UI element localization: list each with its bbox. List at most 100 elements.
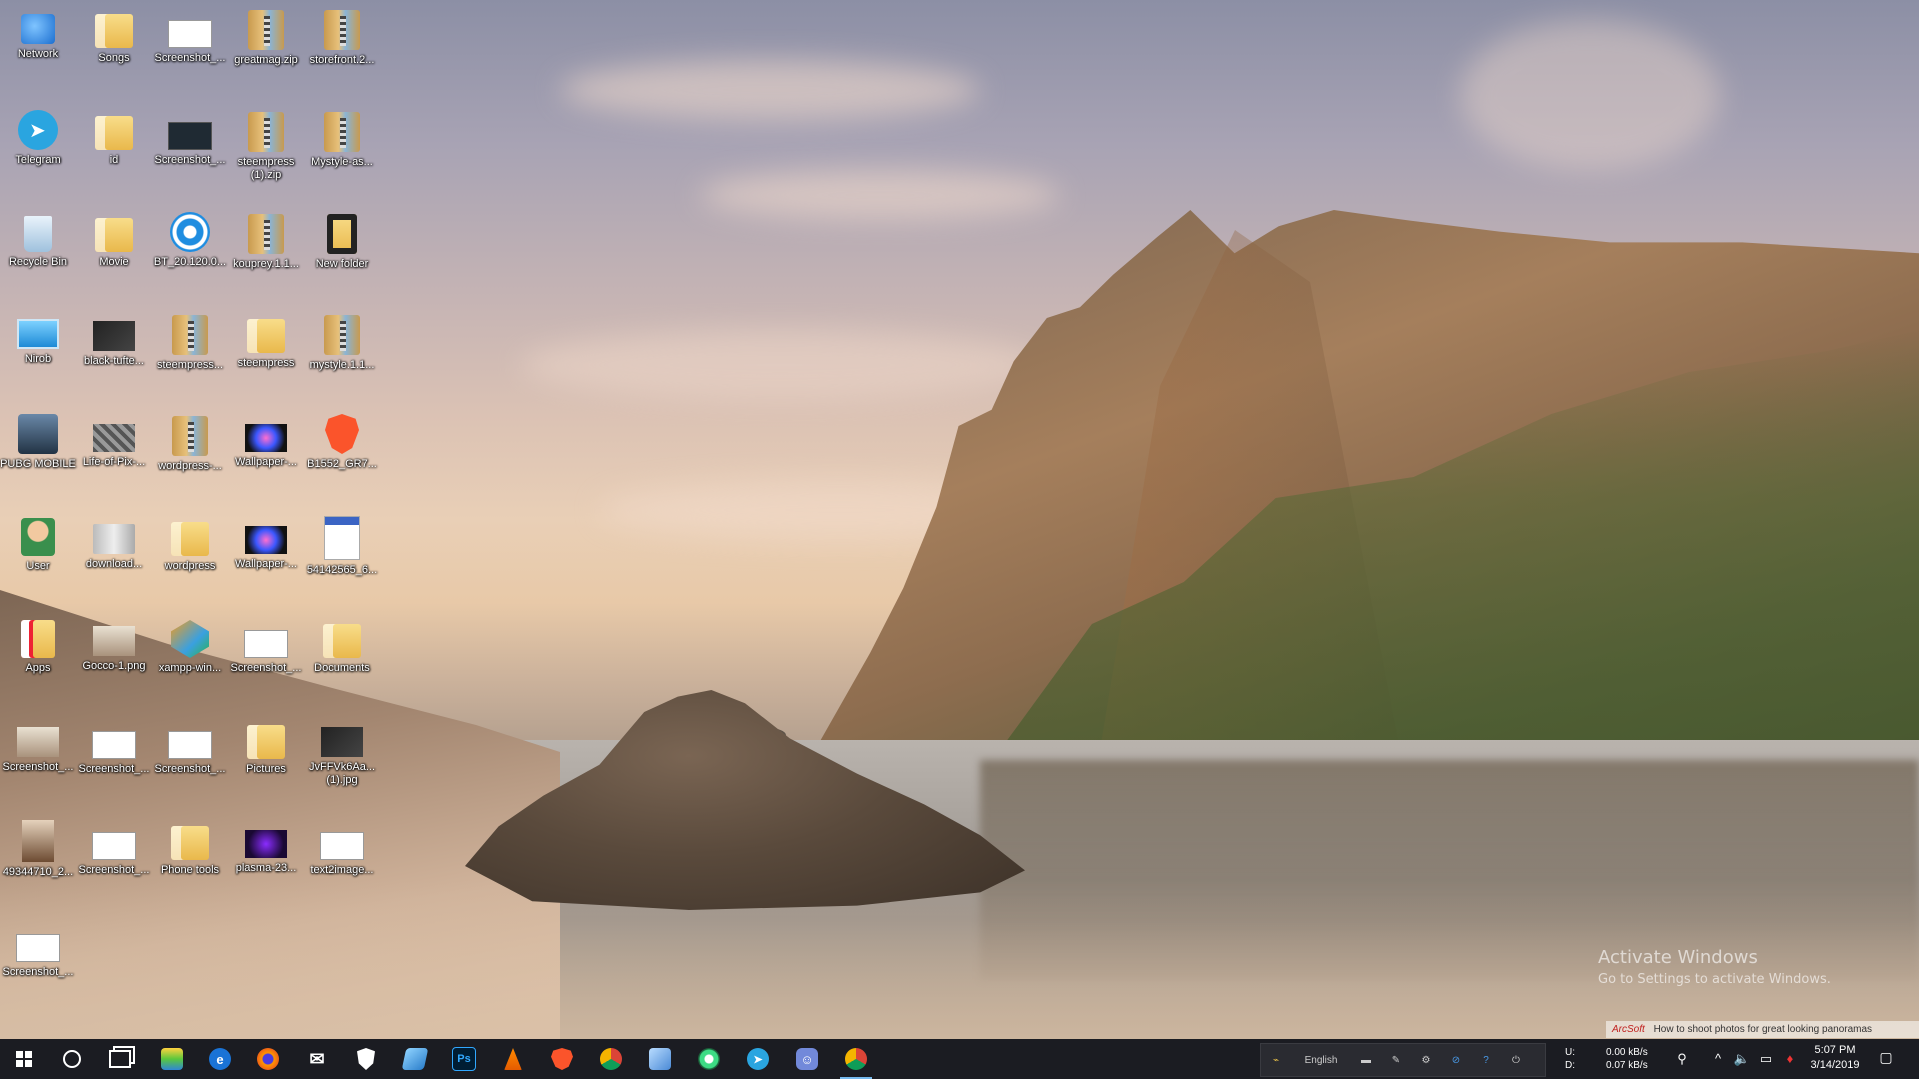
help-icon[interactable]: ? — [1471, 1055, 1501, 1066]
desktop-icon[interactable]: Screenshot_... — [76, 818, 152, 877]
desktop-icon[interactable]: kouprey.1.1... — [228, 210, 304, 271]
desktop-icon[interactable]: id — [76, 108, 152, 167]
taskbar-mail[interactable]: ✉ — [293, 1039, 341, 1079]
show-hidden-icons-chevron-icon[interactable]: ^ — [1708, 1049, 1728, 1069]
desktop-icon[interactable]: xampp-win... — [152, 616, 228, 675]
desktop-icon[interactable]: Screenshot_... — [0, 717, 76, 774]
desktop-icon-label: Telegram — [15, 154, 61, 166]
ime-icon[interactable]: ⌁ — [1261, 1055, 1291, 1066]
desktop-icon[interactable]: steempress... — [152, 311, 228, 372]
taskbar-chrome-active[interactable] — [832, 1039, 880, 1079]
android-studio-icon — [698, 1048, 720, 1070]
taskbar-edge[interactable]: e — [196, 1039, 244, 1079]
desktop-icon[interactable]: steempress (1).zip — [228, 108, 304, 182]
settings-icon[interactable]: ⚙ — [1411, 1055, 1441, 1066]
desktop-icon-label: Network — [17, 48, 59, 60]
taskbar-brave[interactable] — [538, 1039, 586, 1079]
brave-icon — [325, 414, 359, 454]
desktop-icon[interactable]: Screenshot_... — [152, 717, 228, 776]
taskbar-3d-viewer[interactable] — [636, 1039, 684, 1079]
zip-archive-icon — [324, 10, 360, 50]
desktop-icon-label: B1552_GR7... — [307, 458, 377, 470]
desktop-icon[interactable]: Screenshot_... — [0, 920, 76, 979]
pen-icon[interactable]: ✎ — [1381, 1055, 1411, 1066]
desktop-icon[interactable]: Songs — [76, 6, 152, 65]
taskbar-discord[interactable]: ☺ — [783, 1039, 831, 1079]
user-folder-icon — [21, 518, 55, 556]
desktop-icon-label: Songs — [98, 52, 130, 64]
desktop-icon[interactable]: New folder — [304, 210, 380, 271]
volume-icon[interactable]: 🔈 — [1732, 1049, 1752, 1069]
antivirus-tray-icon[interactable]: ♦ — [1780, 1049, 1800, 1069]
desktop-icon[interactable]: Mystyle-as... — [304, 108, 380, 169]
desktop-icon[interactable]: Wallpaper-... — [228, 514, 304, 571]
desktop-icon[interactable]: Documents — [304, 616, 380, 675]
desktop-icon[interactable]: Nirob — [0, 311, 76, 366]
desktop-icon[interactable]: Pictures — [228, 717, 304, 776]
desktop-icon[interactable]: Screenshot_... — [228, 616, 304, 675]
desktop-icon[interactable]: PUBG MOBILE — [0, 412, 76, 471]
power-icon[interactable]: ⏻ — [1501, 1055, 1531, 1066]
desktop-icon[interactable]: wordpress — [152, 514, 228, 573]
desktop-icon[interactable]: Screenshot_... — [76, 717, 152, 776]
arcsoft-ad-text: How to shoot photos for great looking pa… — [1653, 1024, 1873, 1035]
desktop-icon[interactable]: Telegram — [0, 108, 76, 167]
desktop-icon[interactable]: greatmag.zip — [228, 6, 304, 67]
taskbar-firefox[interactable] — [244, 1039, 292, 1079]
desktop-icon[interactable]: Wallpaper-... — [228, 412, 304, 469]
zip-archive-icon — [324, 315, 360, 355]
desktop-icon[interactable]: BT_20.120.0... — [152, 210, 228, 269]
desktop-icon[interactable]: JvFFVk6Aa... (1).jpg — [304, 717, 380, 787]
taskbar-telegram[interactable]: ➤ — [734, 1039, 782, 1079]
activate-windows-title: Activate Windows — [1598, 947, 1758, 968]
zip-archive-icon — [172, 315, 208, 355]
language-bar[interactable]: ⌁ English ▬ ✎ ⚙ ⊘ ? ⏻ — [1260, 1043, 1546, 1077]
taskbar-security[interactable] — [342, 1039, 390, 1079]
desktop-icon[interactable]: plasma-23... — [228, 818, 304, 875]
desktop-icon[interactable]: Movie — [76, 210, 152, 269]
taskbar-chrome[interactable] — [587, 1039, 635, 1079]
taskbar-stack-app[interactable] — [148, 1039, 196, 1079]
telegram-icon: ➤ — [747, 1048, 769, 1070]
desktop-icon[interactable]: Gocco-1.png — [76, 616, 152, 673]
desktop-icon[interactable]: Apps — [0, 616, 76, 675]
arcsoft-ad-strip[interactable]: ArcSoft How to shoot photos for great lo… — [1606, 1021, 1919, 1038]
desktop-icon[interactable]: mystyle.1.1... — [304, 311, 380, 372]
cortana-search-button[interactable] — [48, 1039, 96, 1079]
desktop-icon[interactable]: 54142565_6... — [304, 514, 380, 577]
desktop-icon[interactable]: 49344710_2... — [0, 818, 76, 879]
taskbar-android-studio[interactable] — [685, 1039, 733, 1079]
desktop-icon[interactable]: Screenshot_... — [152, 108, 228, 167]
desktop-icon[interactable]: Phone tools — [152, 818, 228, 877]
task-view-button[interactable] — [96, 1039, 144, 1079]
desktop-icon[interactable]: download... — [76, 514, 152, 571]
desktop-icon[interactable]: storefront.2... — [304, 6, 380, 67]
desktop-icon[interactable]: black-tufte... — [76, 311, 152, 368]
language-indicator[interactable]: English — [1291, 1055, 1351, 1066]
desktop-icon[interactable]: Screenshot_... — [152, 6, 228, 65]
people-icon[interactable]: ⚲ — [1672, 1049, 1692, 1069]
zip-archive-icon — [248, 10, 284, 50]
desktop-icon[interactable]: Life-of-Pix-... — [76, 412, 152, 469]
action-center-icon[interactable]: ▢ — [1876, 1049, 1896, 1069]
taskbar-vlc[interactable] — [489, 1039, 537, 1079]
desktop-icon-label: xampp-win... — [158, 662, 222, 674]
system-clock[interactable]: 5:07 PM 3/14/2019 — [1805, 1043, 1865, 1073]
desktop-icon[interactable]: Network — [0, 6, 76, 61]
keyboard-icon[interactable]: ▬ — [1351, 1055, 1381, 1066]
taskbar-photoshop[interactable]: Ps — [440, 1039, 488, 1079]
windows-logo-icon — [16, 1051, 32, 1067]
desktop-icon[interactable]: User — [0, 514, 76, 573]
desktop-icon[interactable]: wordpress-... — [152, 412, 228, 473]
desktop-icon[interactable]: steempress — [228, 311, 304, 370]
ime-mode-icon[interactable]: ⊘ — [1441, 1055, 1471, 1066]
folder-icon — [171, 826, 209, 860]
taskbar-remote-desktop[interactable] — [391, 1039, 439, 1079]
start-button[interactable] — [0, 1039, 48, 1079]
desktop-icon[interactable]: Recycle Bin — [0, 210, 76, 269]
desktop-icon[interactable]: text2image... — [304, 818, 380, 877]
desktop-icon[interactable]: B1552_GR7... — [304, 412, 380, 471]
zip-archive-icon — [248, 112, 284, 152]
network-status-icon[interactable]: ▭ — [1756, 1049, 1776, 1069]
activate-windows-subtitle: Go to Settings to activate Windows. — [1598, 972, 1831, 987]
